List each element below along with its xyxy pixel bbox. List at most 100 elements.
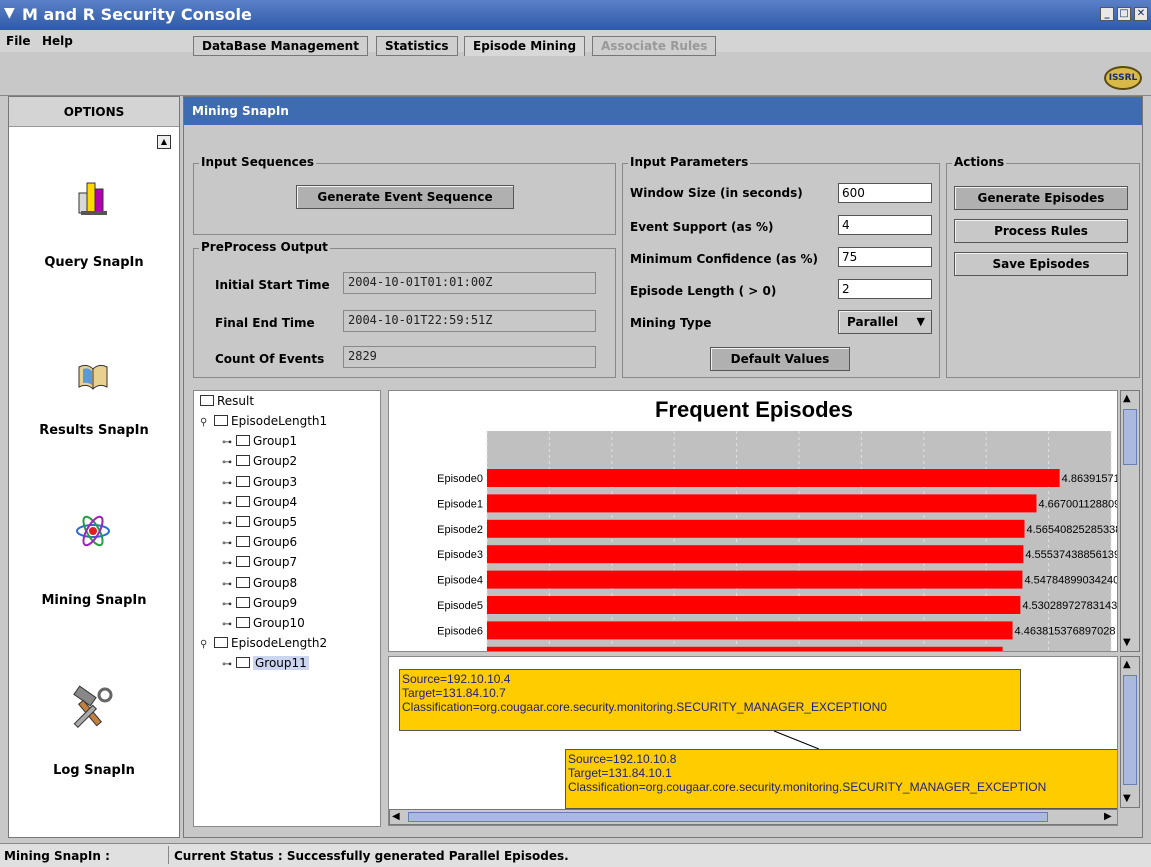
minimize-icon[interactable]: _ [1100,7,1114,21]
tree-node-label: Group3 [253,474,298,489]
event-support-input[interactable] [838,215,932,235]
issrl-logo: ISSRL [1104,66,1142,90]
mining-snapin[interactable]: Mining SnapIn [9,511,179,611]
close-icon[interactable]: ✕ [1134,7,1148,21]
query-snapin-label: Query SnapIn [44,255,144,270]
folder-icon [236,455,250,467]
tab-associate-rules[interactable]: Associate Rules [592,36,717,56]
tree-node-label: Group8 [253,575,298,590]
mining-panel-header: Mining SnapIn [184,97,1142,125]
default-values-button[interactable]: Default Values [710,347,850,371]
folder-icon [236,576,250,588]
data-label: 4.5478489903424055 (4%) [1024,575,1118,587]
tree-node[interactable]: ⊶ Group4 [222,492,297,512]
window-title: M and R Security Console [22,5,252,24]
category-label: Episode6 [437,625,483,637]
tree-node-label: Group7 [253,555,298,570]
collapsed-toggle-icon[interactable]: ⊶ [222,595,236,615]
tree-node[interactable]: ⊶ Group9 [222,593,297,613]
status-divider [168,846,169,864]
scroll-up-icon[interactable]: ▲ [157,135,171,149]
mining-type-select[interactable]: Parallel ▼ [838,310,932,334]
chart-vertical-scrollbar[interactable]: ▲ ▼ [1120,390,1140,652]
category-label: Episode4 [437,575,483,587]
collapsed-toggle-icon[interactable]: ⊶ [222,534,236,554]
window-menu-icon[interactable]: ▼ [4,5,15,21]
folder-icon [214,415,228,426]
collapsed-toggle-icon[interactable]: ⊶ [222,453,236,473]
detail-horizontal-scrollbar[interactable]: ◀ ▶ [389,809,1117,825]
query-snapin[interactable]: Query SnapIn [9,177,179,277]
tree-node-label: Group1 [253,434,298,449]
maximize-icon[interactable]: □ [1117,7,1131,21]
chart-scroll-thumb[interactable] [1123,409,1137,465]
tree-node[interactable]: ⊶ Group3 [222,472,297,492]
collapsed-toggle-icon[interactable]: ⊶ [222,474,236,494]
window-size-input[interactable] [838,183,932,203]
tree-node-label: Group9 [253,595,298,610]
tab-database-management[interactable]: DataBase Management [193,36,368,56]
category-label: Episode3 [437,549,483,561]
detail-vertical-scrollbar[interactable]: ▲ ▼ [1120,656,1140,808]
collapsed-toggle-icon[interactable]: ⊶ [222,494,236,514]
expanded-toggle-icon[interactable]: ⚲ [200,413,214,433]
minimum-confidence-label: Minimum Confidence (as %) [630,252,819,266]
options-header: OPTIONS [9,97,179,127]
collapsed-toggle-icon[interactable]: ⊶ [222,554,236,574]
scroll-right-arrow-icon[interactable]: ▶ [1104,811,1112,822]
scroll-up-arrow-icon[interactable]: ▲ [1123,393,1131,404]
generate-event-sequence-button[interactable]: Generate Event Sequence [296,185,514,209]
result-tree[interactable]: Result ⚲ EpisodeLength1 ⊶ Group1 ⊶ Group2 ⊶ Gro… [193,390,381,827]
episode-note[interactable]: Source=192.10.10.8 Target=131.84.10.1 Cl… [565,749,1117,809]
generate-episodes-button[interactable]: Generate Episodes [954,186,1128,210]
tree-node[interactable]: ⚲ EpisodeLength1 [200,411,327,431]
tree-node[interactable]: ⊶ Group7 [222,552,297,572]
menu-file[interactable]: File [6,34,31,48]
log-snapin[interactable]: Log SnapIn [9,683,179,783]
scroll-down-arrow-icon[interactable]: ▼ [1123,793,1131,804]
chart-bar [487,646,1003,651]
tree-node[interactable]: ⊶ Group11 [222,653,309,673]
tree-node[interactable]: ⚲ EpisodeLength2 [200,633,327,653]
tree-node-label: Group5 [253,515,298,529]
scroll-down-arrow-icon[interactable]: ▼ [1123,637,1131,648]
tab-statistics[interactable]: Statistics [376,36,458,56]
episode-detail-area: Source=192.10.10.4 Target=131.84.10.7 Cl… [388,656,1118,826]
chart-bar [487,596,1021,614]
tree-node-label: Group6 [253,535,298,550]
minimum-confidence-input[interactable] [838,247,932,267]
tree-node[interactable]: ⊶ Group8 [222,573,297,593]
tree-node-label: Group2 [253,454,298,469]
tree-node-label: Group4 [253,494,298,509]
collapsed-toggle-icon[interactable]: ⊶ [222,575,236,595]
folder-icon [236,495,250,507]
collapsed-toggle-icon[interactable]: ⊶ [222,655,236,675]
count-of-events-label: Count Of Events [215,352,325,366]
mining-type-label: Mining Type [630,316,712,330]
scroll-up-arrow-icon[interactable]: ▲ [1123,659,1131,670]
final-end-time-value: 2004-10-01T22:59:51Z [343,310,596,332]
detail-scroll-thumb[interactable] [1123,675,1137,785]
detail-h-scroll-thumb[interactable] [408,812,1048,822]
process-rules-button[interactable]: Process Rules [954,219,1128,243]
chart-bar [487,545,1024,564]
save-episodes-button[interactable]: Save Episodes [954,252,1128,276]
chart-svg: Frequent Episodes Episode0 4.8639157155399… [437,397,1118,651]
episode-length-input[interactable] [838,279,932,299]
menu-help[interactable]: Help [42,34,73,48]
collapsed-toggle-icon[interactable]: ⊶ [222,433,236,453]
results-snapin[interactable]: Results SnapIn [9,355,179,455]
tab-episode-mining[interactable]: Episode Mining [464,36,586,56]
tree-node[interactable]: ⊶ Group10 [222,613,305,633]
scroll-left-arrow-icon[interactable]: ◀ [392,811,400,822]
results-snapin-label: Results SnapIn [39,423,149,438]
tree-node[interactable]: ⊶ Group2 [222,451,297,471]
frequent-episodes-chart: Frequent Episodes Episode0 4.8639157155399… [388,390,1118,652]
tree-node[interactable]: ⊶ Group1 [222,431,297,451]
tree-node[interactable]: ⊶ Group5 [222,512,297,532]
collapsed-toggle-icon[interactable]: ⊶ [222,615,236,635]
tree-root[interactable]: Result [200,391,254,411]
expanded-toggle-icon[interactable]: ⚲ [200,635,214,655]
tree-node[interactable]: ⊶ Group6 [222,532,297,552]
collapsed-toggle-icon[interactable]: ⊶ [222,514,236,534]
